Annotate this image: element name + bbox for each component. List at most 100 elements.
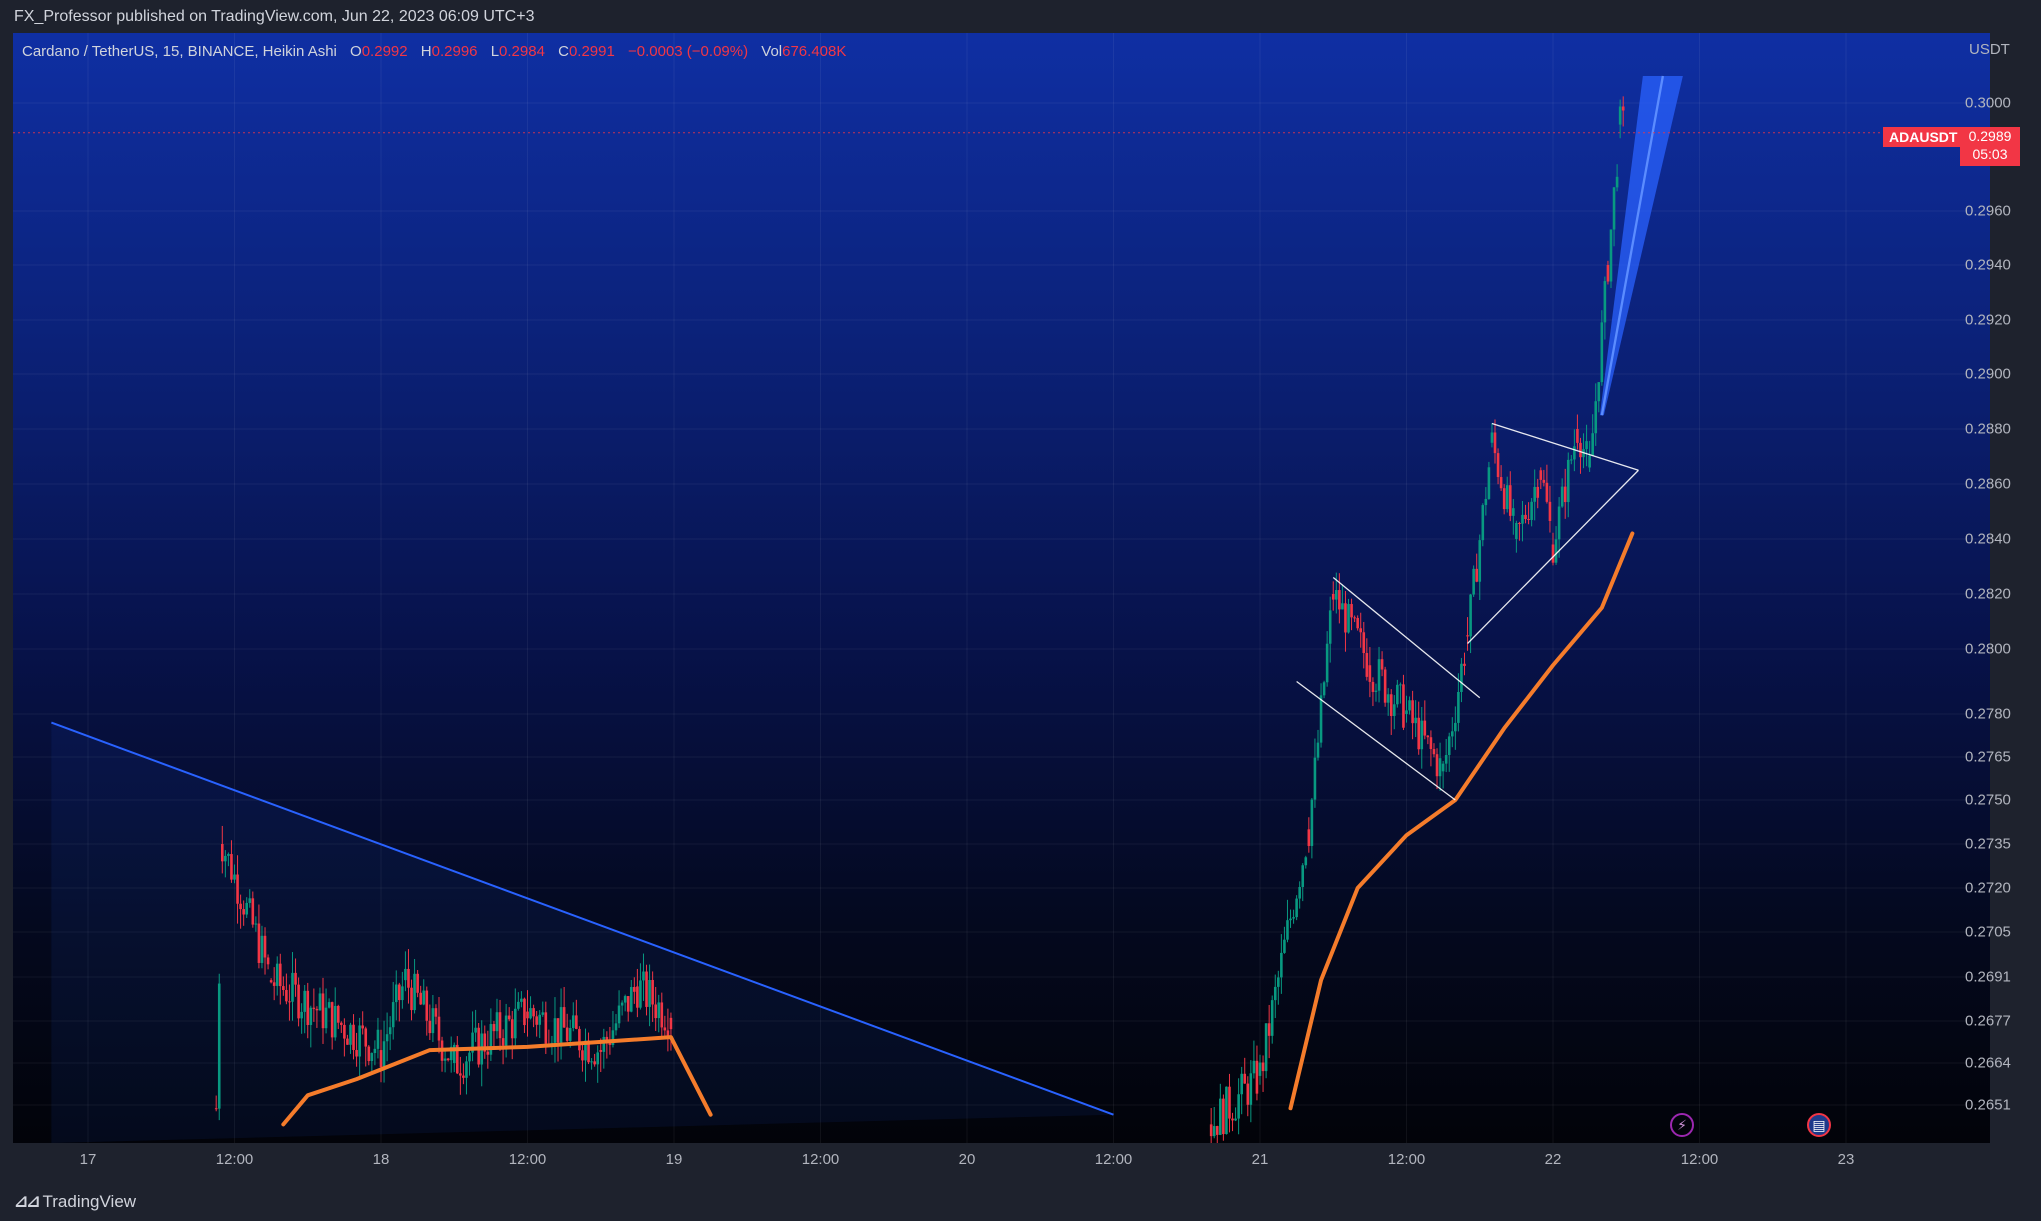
candle-body bbox=[1576, 429, 1579, 443]
us-flag-icon[interactable]: ▤ bbox=[1807, 1113, 1831, 1137]
legend-high-value: 0.2996 bbox=[431, 43, 478, 60]
candle-body bbox=[477, 1027, 480, 1065]
candle-body bbox=[297, 984, 300, 1019]
candle-body bbox=[1338, 590, 1341, 610]
candle-body bbox=[306, 990, 310, 1025]
candle-body bbox=[565, 1027, 569, 1041]
candle-body bbox=[492, 1024, 496, 1032]
candle-body bbox=[434, 1008, 438, 1017]
candle-body bbox=[1539, 470, 1543, 480]
candle-body bbox=[1356, 617, 1359, 629]
time-tick-label: 20 bbox=[958, 1151, 976, 1168]
candle-body bbox=[364, 1028, 368, 1047]
time-tick-label: 12:00 bbox=[1094, 1151, 1133, 1168]
candle-body bbox=[1612, 187, 1616, 230]
lightning-icon[interactable]: ⚡ bbox=[1670, 1113, 1694, 1137]
candle-body bbox=[376, 1029, 380, 1049]
candle-body bbox=[1362, 632, 1366, 654]
candle-body bbox=[1261, 1062, 1265, 1072]
candle-body bbox=[257, 923, 261, 963]
candle-body bbox=[388, 1027, 392, 1035]
candle-body bbox=[623, 996, 627, 1003]
candle-body bbox=[391, 1002, 395, 1028]
candle-body bbox=[321, 993, 325, 1029]
candle-body bbox=[239, 903, 242, 910]
candle-body bbox=[459, 1073, 462, 1076]
candle-body bbox=[1481, 505, 1485, 541]
candle-body bbox=[343, 1024, 346, 1039]
time-axis[interactable]: 17 12:00 18 12:00 19 12:00 20 12:00 21 12:00 22 12:… bbox=[13, 1143, 1990, 1175]
candle-body bbox=[642, 971, 645, 981]
candle-body bbox=[1551, 544, 1555, 563]
candle-body bbox=[614, 1023, 618, 1031]
candle-body bbox=[309, 1007, 313, 1025]
publish-header: FX_Professor published on TradingView.co… bbox=[0, 0, 2041, 33]
candle-body bbox=[425, 990, 429, 1021]
tradingview-logo[interactable]: ⊿⊿ TradingView bbox=[14, 1192, 136, 1212]
candle-body bbox=[1273, 986, 1277, 1001]
candle-body bbox=[1280, 952, 1283, 978]
candle-body bbox=[636, 986, 639, 1008]
candle-body bbox=[1255, 1060, 1259, 1094]
time-tick-label: 12:00 bbox=[1680, 1151, 1719, 1168]
projection-arrow bbox=[1599, 76, 1683, 416]
candle-body bbox=[468, 1052, 471, 1062]
candle-body bbox=[1515, 522, 1518, 539]
candle-body bbox=[1322, 682, 1326, 696]
legend-change: −0.0003 (−0.09%) bbox=[628, 43, 749, 60]
time-tick-label: 18 bbox=[372, 1151, 390, 1168]
candle-body bbox=[535, 1016, 538, 1025]
candle-body bbox=[663, 1027, 667, 1031]
candle-body bbox=[1585, 441, 1588, 450]
candle-body bbox=[507, 1015, 511, 1020]
candle-body bbox=[562, 1007, 566, 1028]
legend-close-value: 0.2991 bbox=[568, 43, 615, 60]
candle-body bbox=[1258, 1062, 1262, 1076]
candle-body bbox=[1597, 382, 1601, 402]
candle-body bbox=[1435, 754, 1439, 777]
candle-body bbox=[1444, 755, 1448, 764]
candle-body bbox=[1212, 1126, 1216, 1137]
candle-body bbox=[407, 968, 410, 988]
candle-body bbox=[413, 973, 416, 1011]
time-tick-label: 17 bbox=[79, 1151, 97, 1168]
candle-body bbox=[352, 1024, 355, 1050]
candle-body bbox=[1231, 1118, 1234, 1121]
candle-body bbox=[1420, 720, 1424, 750]
candle-body bbox=[1487, 467, 1491, 499]
candle-body bbox=[626, 996, 630, 1012]
candle-body bbox=[1277, 977, 1280, 987]
candle-body bbox=[1237, 1094, 1240, 1119]
time-tick-label: 12:00 bbox=[508, 1151, 547, 1168]
candle-body bbox=[340, 1022, 343, 1025]
price-tick-label: 0.2800 bbox=[1965, 640, 2011, 658]
price-axis-unit: USDT bbox=[1969, 41, 2010, 58]
candle-body bbox=[1490, 432, 1494, 443]
candle-body bbox=[401, 986, 404, 1001]
candle-body bbox=[1454, 722, 1457, 732]
candle-body bbox=[513, 1008, 517, 1039]
candle-body bbox=[541, 1012, 545, 1015]
candle-body bbox=[285, 989, 288, 1002]
time-tick-label: 22 bbox=[1544, 1151, 1562, 1168]
candle-body bbox=[1423, 720, 1427, 736]
candle-body bbox=[1371, 681, 1375, 692]
price-tick-label: 0.2940 bbox=[1965, 256, 2011, 274]
candle-body bbox=[1399, 684, 1402, 686]
candle-body bbox=[462, 1075, 465, 1078]
candle-body bbox=[1209, 1124, 1213, 1137]
chart-svg[interactable] bbox=[13, 33, 1990, 1143]
candle-body bbox=[1246, 1083, 1250, 1105]
candle-body bbox=[245, 902, 249, 915]
chart-plot-area[interactable] bbox=[13, 33, 1990, 1143]
price-tick-label: 0.2820 bbox=[1965, 585, 2011, 603]
candle-body bbox=[1542, 479, 1546, 483]
candle-body bbox=[1374, 690, 1378, 692]
candle-body bbox=[367, 1046, 371, 1062]
candle-body bbox=[1591, 433, 1594, 456]
candle-body bbox=[404, 968, 407, 981]
candle-body bbox=[510, 1019, 514, 1039]
symbol-legend[interactable]: Cardano / TetherUS, 15, BINANCE, Heikin … bbox=[22, 43, 846, 60]
candle-body bbox=[1222, 1098, 1225, 1135]
tradingview-brand: TradingView bbox=[42, 1192, 137, 1211]
